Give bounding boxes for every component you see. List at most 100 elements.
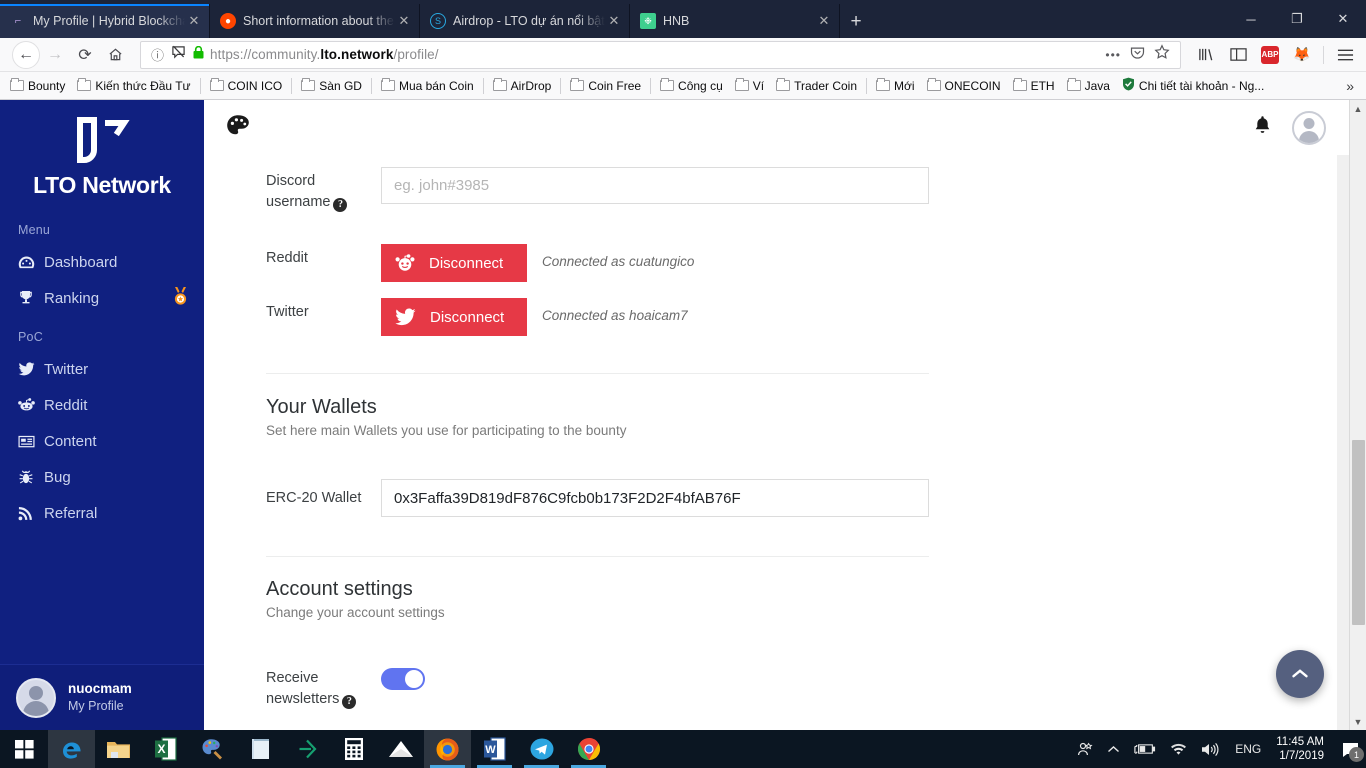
- folder-icon: [380, 78, 395, 91]
- sidebar-item-bug[interactable]: Bug: [0, 459, 204, 495]
- bookmark-item[interactable]: Chi tiết tài khoản - Ng...: [1116, 74, 1270, 97]
- bookmark-item[interactable]: COIN ICO: [204, 76, 289, 96]
- scroll-down-arrow-icon[interactable]: ▼: [1350, 713, 1366, 730]
- taskbar-chrome-icon[interactable]: [565, 730, 612, 768]
- adblock-plus-icon[interactable]: ABP: [1255, 40, 1285, 70]
- brand-block[interactable]: LTO Network: [0, 100, 204, 209]
- sidebar-item-content[interactable]: Content: [0, 423, 204, 459]
- close-icon[interactable]: ✕: [605, 12, 623, 30]
- back-button[interactable]: ←: [12, 40, 40, 69]
- bookmark-label: Trader Coin: [794, 78, 858, 93]
- brand-name: LTO Network: [33, 172, 171, 198]
- tracking-protection-icon[interactable]: [171, 45, 186, 64]
- user-avatar-icon[interactable]: [1292, 110, 1326, 145]
- new-tab-button[interactable]: +: [840, 6, 872, 38]
- sidebar-item-ranking[interactable]: Ranking: [0, 280, 204, 316]
- bookmark-item[interactable]: Mới: [870, 76, 921, 96]
- taskbar-paint-icon[interactable]: [189, 730, 236, 768]
- volume-icon[interactable]: [1194, 742, 1226, 757]
- home-button[interactable]: [100, 40, 130, 70]
- scroll-up-arrow-icon[interactable]: ▲: [1350, 100, 1366, 117]
- discord-username-input[interactable]: eg. john#3985: [381, 167, 929, 204]
- address-bar[interactable]: ⓘ https://community.lto.network/profile/…: [140, 40, 1181, 69]
- lock-icon[interactable]: [193, 45, 204, 64]
- bookmark-item[interactable]: Coin Free: [564, 76, 647, 96]
- library-icon[interactable]: [1191, 40, 1221, 70]
- taskbar-firefox-icon[interactable]: [424, 730, 471, 768]
- bookmark-star-icon[interactable]: [1154, 44, 1170, 65]
- bookmark-divider: [866, 77, 868, 94]
- action-center-icon[interactable]: 1: [1334, 730, 1366, 768]
- sidebar-item-twitter[interactable]: Twitter: [0, 351, 204, 387]
- close-window-button[interactable]: ✕: [1320, 0, 1366, 38]
- bookmark-item[interactable]: Ví: [729, 76, 770, 96]
- input-language[interactable]: ENG: [1226, 742, 1270, 756]
- battery-charging-icon[interactable]: [1127, 742, 1163, 756]
- forward-button[interactable]: →: [40, 40, 70, 70]
- clock[interactable]: 11:45 AM 1/7/2019: [1270, 735, 1334, 764]
- help-icon[interactable]: ?: [342, 695, 357, 710]
- taskbar-telegram-icon[interactable]: [518, 730, 565, 768]
- browser-tab[interactable]: ⌐ My Profile | Hybrid Blockchain f ✕: [0, 4, 210, 38]
- close-icon[interactable]: ✕: [815, 12, 833, 30]
- receive-newsletters-toggle[interactable]: [381, 668, 425, 691]
- sidebar-item-reddit[interactable]: Reddit: [0, 387, 204, 423]
- taskbar-mail-icon[interactable]: [377, 730, 424, 768]
- sidebar-item-referral[interactable]: Referral: [0, 495, 204, 531]
- page-actions-icon[interactable]: •••: [1105, 48, 1121, 62]
- taskbar-excel-icon[interactable]: X: [142, 730, 189, 768]
- tray-expand-chevron-icon[interactable]: [1100, 745, 1127, 754]
- wifi-icon[interactable]: [1163, 742, 1194, 756]
- twitter-disconnect-button[interactable]: Disconnect: [381, 298, 527, 337]
- bookmark-item[interactable]: Công cụ: [654, 76, 729, 96]
- bookmark-item[interactable]: AirDrop: [487, 76, 558, 96]
- help-icon[interactable]: ?: [333, 198, 348, 213]
- bell-icon[interactable]: [1253, 115, 1272, 141]
- page-info-icon[interactable]: ⓘ: [151, 45, 164, 64]
- bookmark-item[interactable]: Sàn GD: [295, 76, 368, 96]
- bookmark-item[interactable]: Bounty: [4, 76, 71, 96]
- windows-start-icon[interactable]: [0, 730, 48, 768]
- user-subtitle: My Profile: [68, 699, 124, 714]
- bookmark-item[interactable]: Trader Coin: [770, 76, 863, 96]
- bookmark-item[interactable]: Mua bán Coin: [375, 76, 480, 96]
- pocket-icon[interactable]: [1130, 45, 1145, 65]
- taskbar-word-icon[interactable]: W: [471, 730, 518, 768]
- reload-button[interactable]: ⟳: [70, 40, 100, 70]
- fox-extension-icon[interactable]: 🦊: [1287, 40, 1317, 70]
- browser-tab[interactable]: S Airdrop - LTO dự án nổi bật nhấ ✕: [420, 4, 630, 38]
- sidebar-item-dashboard[interactable]: Dashboard: [0, 244, 204, 280]
- taskbar-green-app-icon[interactable]: [283, 730, 330, 768]
- reddit-disconnect-button[interactable]: Disconnect: [381, 244, 527, 283]
- taskbar-edge-icon[interactable]: [48, 730, 95, 768]
- twitter-icon: [395, 308, 416, 326]
- bookmark-item[interactable]: ETH: [1007, 76, 1061, 96]
- bookmark-label: COIN ICO: [227, 78, 283, 93]
- bookmarks-overflow-icon[interactable]: »: [1338, 78, 1362, 94]
- twitter-button-label: Disconnect: [430, 308, 505, 326]
- close-icon[interactable]: ✕: [395, 12, 413, 30]
- scrollbar-thumb[interactable]: [1352, 440, 1365, 625]
- sidebar-user-profile[interactable]: nuocmam My Profile: [0, 664, 204, 730]
- bookmark-item[interactable]: ONECOIN: [921, 76, 1007, 96]
- taskbar-calculator-icon[interactable]: [330, 730, 377, 768]
- palette-icon[interactable]: [226, 114, 250, 142]
- maximize-button[interactable]: ❐: [1274, 0, 1320, 38]
- browser-tab[interactable]: ● Short information about the up ✕: [210, 4, 420, 38]
- erc20-wallet-input[interactable]: 0x3Faffa39D819dF876C9fcb0b173F2D2F4bfAB7…: [381, 479, 929, 518]
- page-scrollbar[interactable]: ▲ ▼: [1349, 100, 1366, 730]
- user-name: nuocmam: [68, 680, 132, 696]
- minimize-button[interactable]: ─: [1228, 0, 1274, 38]
- taskbar-file-explorer-icon[interactable]: [95, 730, 142, 768]
- taskbar-sticky-notes-icon[interactable]: [236, 730, 283, 768]
- hamburger-menu-icon[interactable]: [1330, 40, 1360, 70]
- browser-tab[interactable]: ❉ HNB ✕: [630, 4, 840, 38]
- bookmark-item[interactable]: Java: [1061, 76, 1116, 96]
- tab-strip: ⌐ My Profile | Hybrid Blockchain f ✕ ● S…: [0, 0, 1366, 38]
- people-icon[interactable]: [1070, 741, 1100, 757]
- close-icon[interactable]: ✕: [185, 12, 203, 30]
- bookmark-item[interactable]: Kiến thức Đầu Tư: [71, 76, 196, 96]
- scroll-to-top-button[interactable]: [1276, 650, 1324, 698]
- sidebar-icon[interactable]: [1223, 40, 1253, 70]
- content-scroll-area[interactable]: Discord username? eg. john#3985 Reddit D…: [204, 155, 1366, 730]
